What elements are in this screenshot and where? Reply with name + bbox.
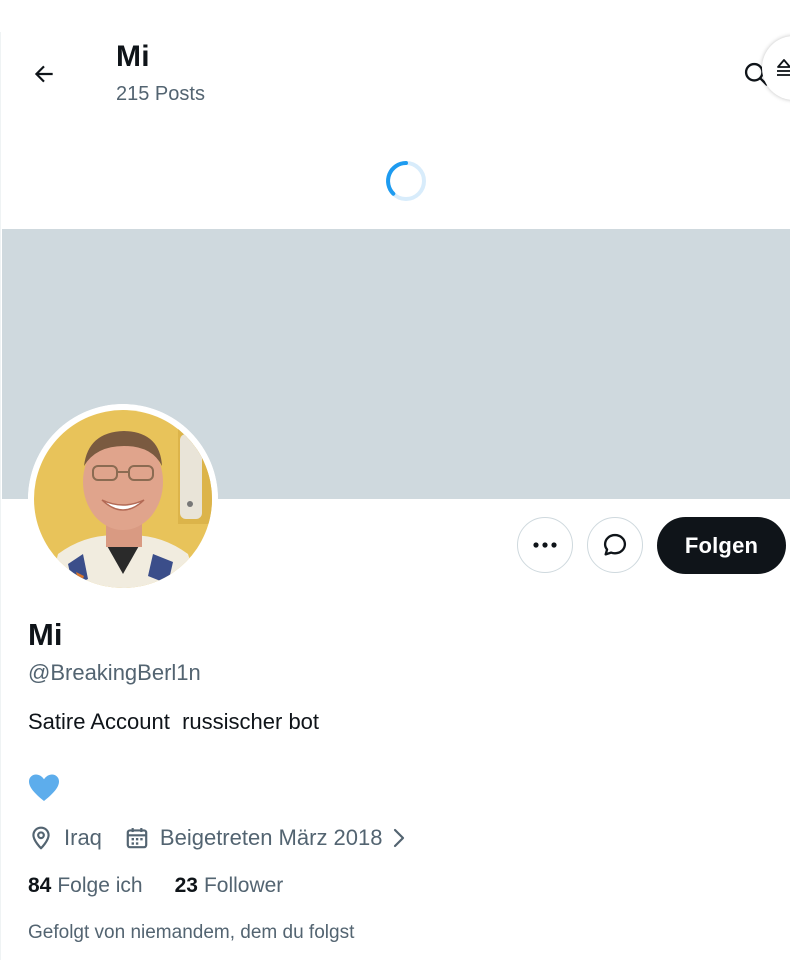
arrow-left-icon (34, 65, 53, 83)
more-button[interactable] (517, 517, 573, 573)
following-link[interactable]: 84 Folge ich (28, 874, 143, 898)
following-count: 84 (28, 874, 52, 897)
user-handle: @BreakingBerl1n (28, 660, 201, 685)
message-button[interactable] (587, 517, 643, 573)
following-label: Folge ich (57, 874, 143, 897)
calendar-icon (126, 828, 148, 849)
more-horizontal-icon (533, 542, 557, 548)
joined-date[interactable]: Beigetreten März 2018 (124, 825, 407, 851)
header-title: Mi (116, 40, 150, 73)
message-icon (603, 533, 627, 556)
followers-link[interactable]: 23 Follower (175, 874, 284, 898)
followed-by-text: Gefolgt von niemandem, dem du folgst (28, 922, 355, 943)
left-border (0, 32, 1, 960)
eject-icon (777, 59, 790, 76)
bio: Satire Account russischer bot (28, 709, 320, 734)
location: Iraq (28, 825, 102, 851)
back-button[interactable] (24, 54, 64, 94)
follow-button[interactable]: Folgen (657, 517, 786, 574)
avatar[interactable] (28, 404, 218, 594)
profile-header: Mi 215 Posts (2, 32, 790, 128)
display-name: Mi (28, 617, 63, 652)
posts-count: 215 Posts (116, 83, 205, 105)
location-text: Iraq (64, 825, 102, 850)
location-pin-icon (32, 826, 50, 850)
followers-count: 23 (174, 874, 198, 897)
profile-meta: Iraq Beigetreten März 2018 (28, 820, 407, 856)
loading-spinner-icon (386, 161, 426, 201)
blue-heart-icon (29, 774, 59, 801)
followers-label: Follower (203, 874, 284, 897)
chevron-right-icon (393, 828, 404, 848)
joined-text: Beigetreten März 2018 (159, 825, 383, 850)
profile-page: Mi 215 Posts Folgen Mi @BreakingBerl1n S… (0, 0, 790, 960)
follow-stats: 84 Folge ich 23 Follower (28, 874, 315, 898)
